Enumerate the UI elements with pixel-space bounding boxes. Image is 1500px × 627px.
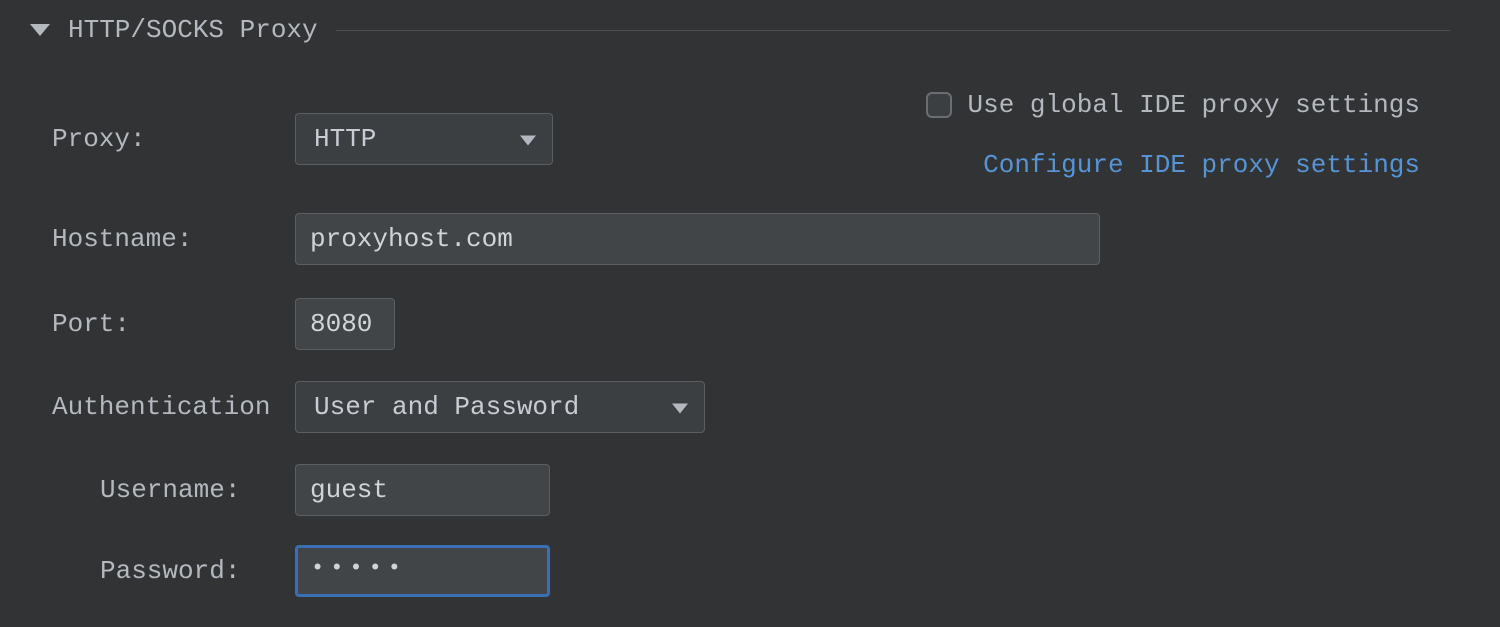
chevron-down-icon [520,136,536,146]
password-label: Password: [100,556,295,586]
hostname-label: Hostname: [52,224,295,254]
username-label: Username: [100,475,295,505]
username-input[interactable] [295,464,550,516]
use-global-checkbox[interactable] [926,92,952,118]
authentication-select[interactable]: User and Password [295,381,705,433]
use-global-label: Use global IDE proxy settings [968,90,1420,120]
proxy-settings-panel: HTTP/SOCKS Proxy Use global IDE proxy se… [0,0,1500,627]
disclosure-triangle-icon[interactable] [30,24,50,36]
hostname-input[interactable] [295,213,1100,265]
global-proxy-block: Use global IDE proxy settings Configure … [926,90,1420,180]
port-label: Port: [52,309,295,339]
proxy-label: Proxy: [52,124,295,154]
section-divider [336,30,1450,31]
section-header[interactable]: HTTP/SOCKS Proxy [30,15,1450,45]
authentication-value: User and Password [314,392,579,422]
authentication-label: Authentication [52,392,295,422]
proxy-type-select[interactable]: HTTP [295,113,553,165]
port-input[interactable] [295,298,395,350]
password-mask: ••••• [311,558,407,580]
password-input[interactable]: ••••• [295,545,550,597]
username-field[interactable] [310,465,535,515]
section-title: HTTP/SOCKS Proxy [68,15,318,45]
proxy-type-value: HTTP [314,124,376,154]
configure-ide-proxy-link[interactable]: Configure IDE proxy settings [983,150,1420,180]
port-field[interactable] [310,299,380,349]
chevron-down-icon [672,404,688,414]
hostname-field[interactable] [310,214,1085,264]
